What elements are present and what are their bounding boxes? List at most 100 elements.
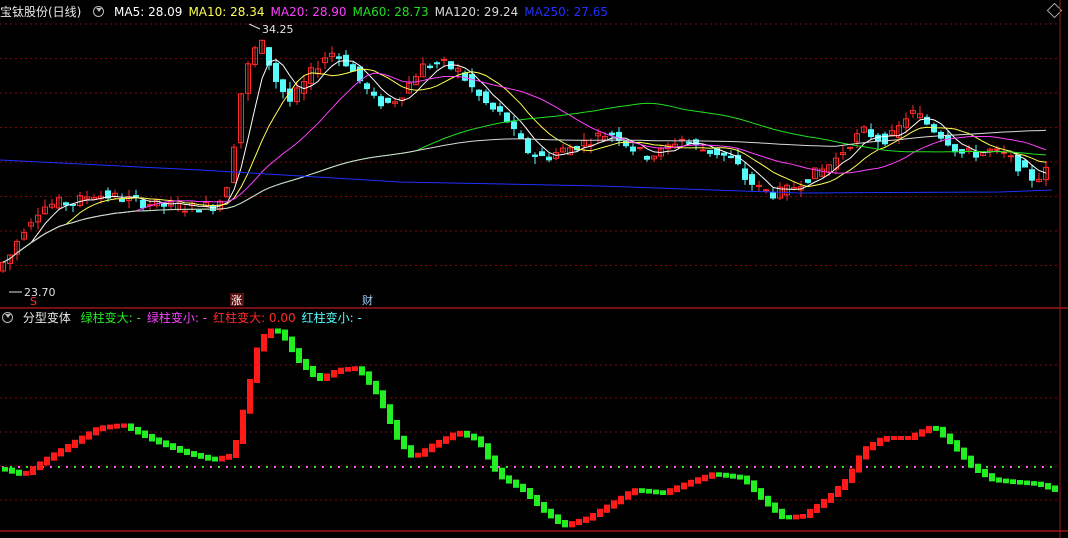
candle-down [476, 89, 482, 96]
candle-down [490, 102, 496, 110]
indicator-green-block [723, 472, 729, 478]
candle-down [133, 195, 139, 198]
candle-down [385, 97, 391, 103]
zero-dot [370, 466, 372, 468]
zero-dot [586, 466, 588, 468]
indicator-green-block [163, 440, 169, 448]
zero-dot [794, 466, 796, 468]
indicator-green-block [401, 435, 407, 450]
indicator-green-block [1024, 480, 1030, 486]
zero-dot [394, 466, 396, 468]
zero-dot [786, 466, 788, 468]
indicator-red-block [338, 367, 344, 374]
zero-dot [634, 466, 636, 468]
zero-dot [194, 466, 196, 468]
indicator-red-block [352, 366, 358, 371]
candle-up [679, 138, 685, 141]
indicator-red-block [240, 409, 246, 444]
indicator-red-block [422, 448, 428, 457]
zero-dot [106, 466, 108, 468]
indicator-red-block [590, 513, 596, 521]
indicator-red-block [919, 429, 925, 437]
indicator-red-block [51, 452, 57, 461]
candle-down [504, 112, 510, 123]
candle-down [644, 155, 650, 160]
chart-canvas[interactable]: 34.25 23.70S 涨 财 [0, 0, 1068, 538]
zero-dot [674, 466, 676, 468]
indicator-red-block [688, 479, 694, 487]
indicator-red-block [870, 442, 876, 451]
indicator-red-block [863, 446, 869, 460]
zero-dot [410, 466, 412, 468]
indicator-red-block [247, 379, 253, 414]
indicator-green-block [730, 473, 736, 479]
zero-dot [618, 466, 620, 468]
indicator-red-block [695, 477, 701, 484]
indicator-red-block [856, 455, 862, 473]
indicator-red-block [800, 514, 806, 519]
zero-dot [802, 466, 804, 468]
zero-dot [130, 466, 132, 468]
zero-dot [746, 466, 748, 468]
zero-dot [50, 466, 52, 468]
indicator-green-block [639, 488, 645, 493]
indicator-green-block [212, 456, 218, 462]
indicator-green-block [513, 479, 519, 488]
indicator-green-block [478, 436, 484, 448]
zero-dot [250, 466, 252, 468]
zero-dot [434, 466, 436, 468]
high-arrow [248, 23, 261, 30]
zero-dot [778, 466, 780, 468]
low-price-label: 23.70 [24, 286, 56, 299]
candle-down [161, 203, 167, 207]
indicator-green-block [646, 488, 652, 494]
zero-dot [626, 466, 628, 468]
indicator-red-block [821, 498, 827, 508]
zero-dot [114, 466, 116, 468]
indicator-red-block [576, 518, 582, 526]
zero-dot [474, 466, 476, 468]
zero-dot [690, 466, 692, 468]
indicator-green-block [786, 515, 792, 520]
indicator-red-block [702, 474, 708, 482]
candle-down [749, 174, 755, 185]
zero-dot [346, 466, 348, 468]
candle-down [196, 210, 202, 213]
zero-dot [698, 466, 700, 468]
indicator-red-block [569, 521, 575, 528]
candle-down [805, 179, 811, 183]
indicator-green-block [506, 475, 512, 484]
candle-down [609, 132, 615, 136]
indicator-green-block [135, 427, 141, 435]
candle-down [721, 152, 727, 156]
zero-dot [306, 466, 308, 468]
indicator-green-block [205, 454, 211, 461]
zero-dot [682, 466, 684, 468]
indicator-red-block [625, 491, 631, 500]
candle-down [280, 79, 286, 93]
indicator-red-block [618, 495, 624, 505]
zero-dot [922, 466, 924, 468]
indicator-green-block [1052, 485, 1058, 492]
indicator-red-block [793, 514, 799, 520]
zero-dot [866, 466, 868, 468]
candle-up [700, 149, 706, 152]
zero-dot [322, 466, 324, 468]
indicator-red-block [268, 328, 274, 338]
zero-dot [26, 466, 28, 468]
zero-dot [66, 466, 68, 468]
indicator-green-block [317, 373, 323, 381]
candle-down [462, 72, 468, 81]
zero-dot [82, 466, 84, 468]
indicator-green-block [968, 455, 974, 468]
indicator-green-block [765, 495, 771, 507]
indicator-green-block [170, 443, 176, 450]
indicator-green-block [1038, 481, 1044, 488]
indicator-red-block [72, 439, 78, 448]
indicator-red-block [79, 435, 85, 444]
indicator-red-block [30, 466, 36, 475]
candle-up [637, 146, 643, 149]
indicator-green-block [534, 495, 540, 506]
indicator-green-block [373, 380, 379, 395]
indicator-green-block [954, 440, 960, 452]
